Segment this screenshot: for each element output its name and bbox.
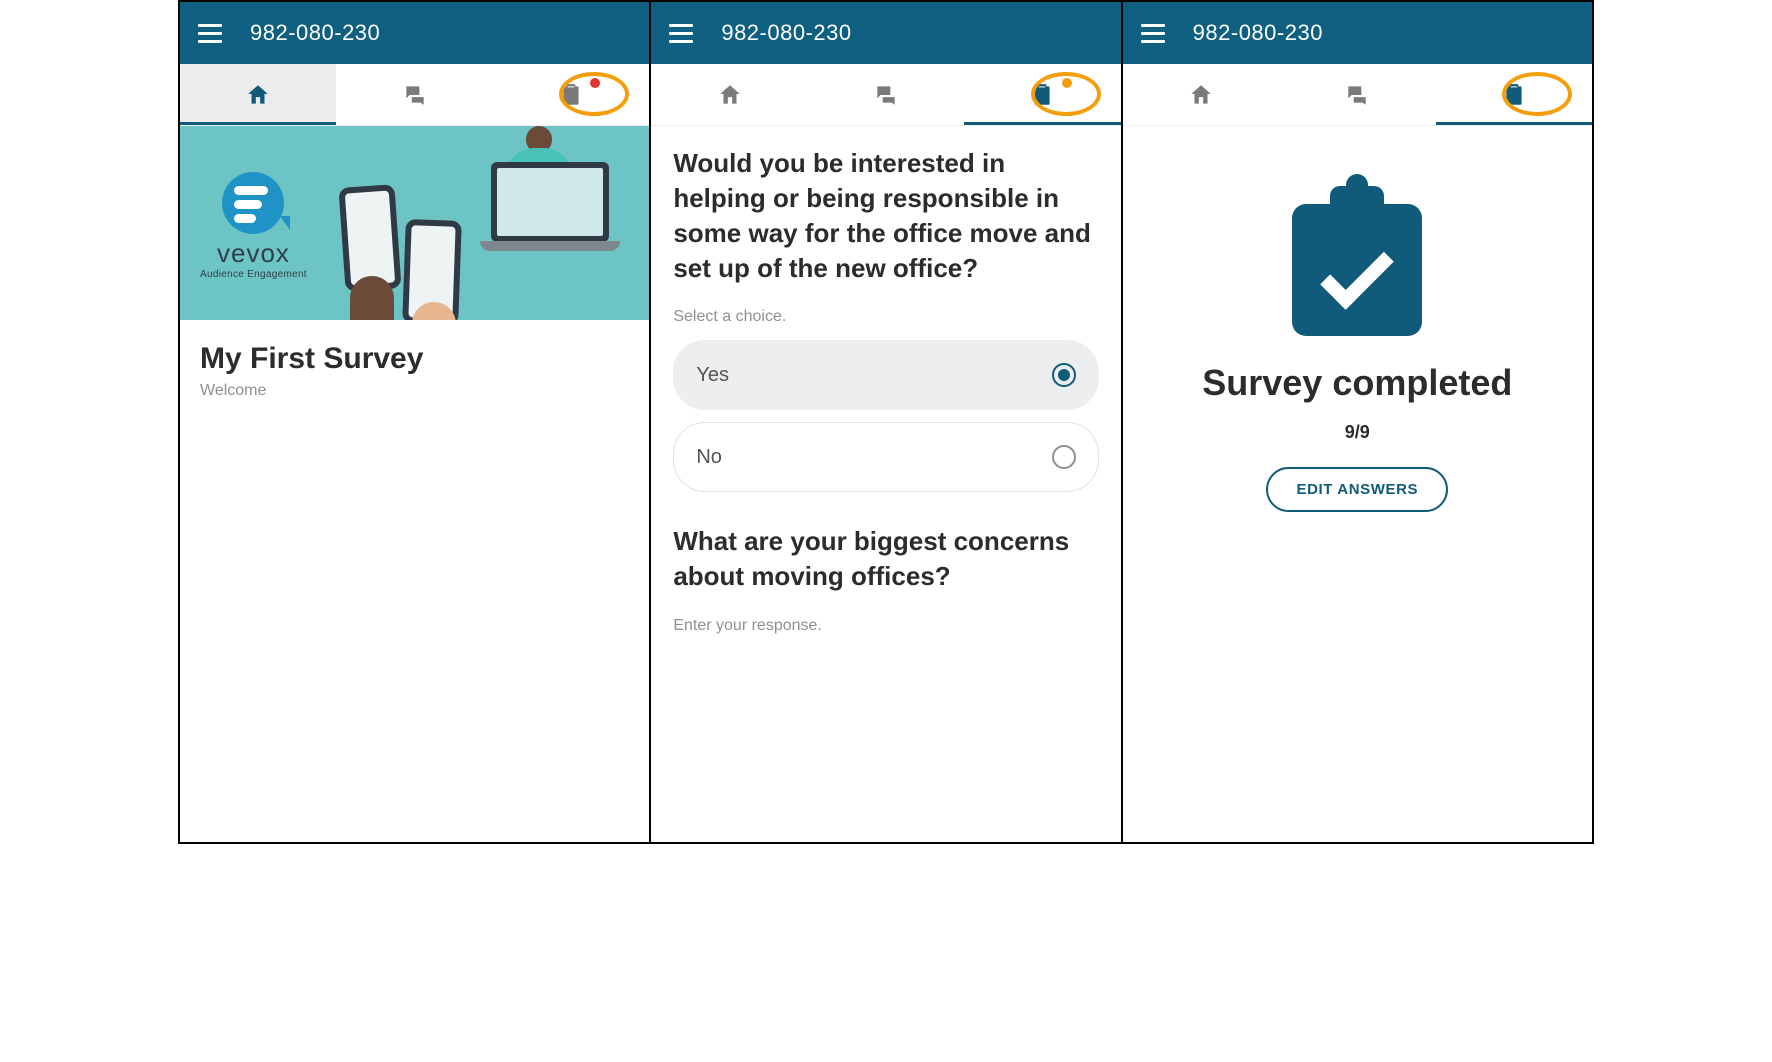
tab-bar <box>180 64 649 126</box>
app-header: 982-080-230 <box>180 2 649 64</box>
survey-title: My First Survey <box>200 342 629 376</box>
radio-icon <box>1052 445 1076 469</box>
clipboard-check-icon <box>1282 186 1432 336</box>
tab-home[interactable] <box>1123 64 1279 125</box>
hero-hand-illustration <box>350 276 394 320</box>
question-text: What are your biggest concerns about mov… <box>673 524 1098 594</box>
tab-qa[interactable] <box>1279 64 1435 125</box>
brand-logo: vevox Audience Engagement <box>200 172 307 280</box>
question-hint: Enter your response. <box>673 617 1098 635</box>
tab-survey[interactable] <box>1436 64 1592 125</box>
session-id: 982-080-230 <box>250 20 380 46</box>
home-icon <box>245 82 271 108</box>
tab-qa[interactable] <box>808 64 964 125</box>
menu-icon[interactable] <box>1141 20 1165 47</box>
session-id: 982-080-230 <box>721 20 851 46</box>
radio-icon <box>1052 363 1076 387</box>
screen-home: 982-080-230 vevox Audience Engagement <box>180 2 651 842</box>
clipboard-icon <box>1029 82 1055 108</box>
brand-tagline: Audience Engagement <box>200 269 307 280</box>
chat-icon <box>1344 82 1370 108</box>
tab-qa[interactable] <box>336 64 492 125</box>
screen-survey-question: 982-080-230 Would you be interested in h… <box>651 2 1122 842</box>
tab-bar <box>651 64 1120 126</box>
menu-icon[interactable] <box>669 20 693 47</box>
tab-home[interactable] <box>180 64 336 125</box>
clipboard-icon <box>1501 82 1527 108</box>
question-hint: Select a choice. <box>673 308 1098 326</box>
choice-option-yes[interactable]: Yes <box>673 340 1098 410</box>
brand-name: vevox <box>200 238 307 269</box>
screen-survey-complete: 982-080-230 Survey completed 9/9 EDIT AN… <box>1123 2 1592 842</box>
tab-home[interactable] <box>651 64 807 125</box>
session-id: 982-080-230 <box>1193 20 1323 46</box>
completion-progress: 9/9 <box>1123 422 1592 443</box>
hero-banner: vevox Audience Engagement <box>180 126 649 320</box>
survey-subtitle: Welcome <box>200 382 629 400</box>
hero-laptop-illustration <box>491 162 631 267</box>
choice-label: Yes <box>696 364 729 387</box>
choice-option-no[interactable]: No <box>673 422 1098 492</box>
clipboard-icon <box>558 82 584 108</box>
question-text: Would you be interested in helping or be… <box>673 146 1098 286</box>
notification-dot-icon <box>590 78 600 88</box>
home-icon <box>717 82 743 108</box>
notification-dot-icon <box>1062 78 1072 88</box>
tab-survey[interactable] <box>964 64 1120 125</box>
chat-icon <box>402 82 428 108</box>
app-header: 982-080-230 <box>651 2 1120 64</box>
chat-icon <box>873 82 899 108</box>
tab-survey[interactable] <box>493 64 649 125</box>
home-icon <box>1188 82 1214 108</box>
completion-title: Survey completed <box>1123 362 1592 404</box>
menu-icon[interactable] <box>198 20 222 47</box>
edit-answers-button[interactable]: EDIT ANSWERS <box>1266 467 1448 512</box>
tab-bar <box>1123 64 1592 126</box>
app-header: 982-080-230 <box>1123 2 1592 64</box>
choice-label: No <box>696 446 722 469</box>
